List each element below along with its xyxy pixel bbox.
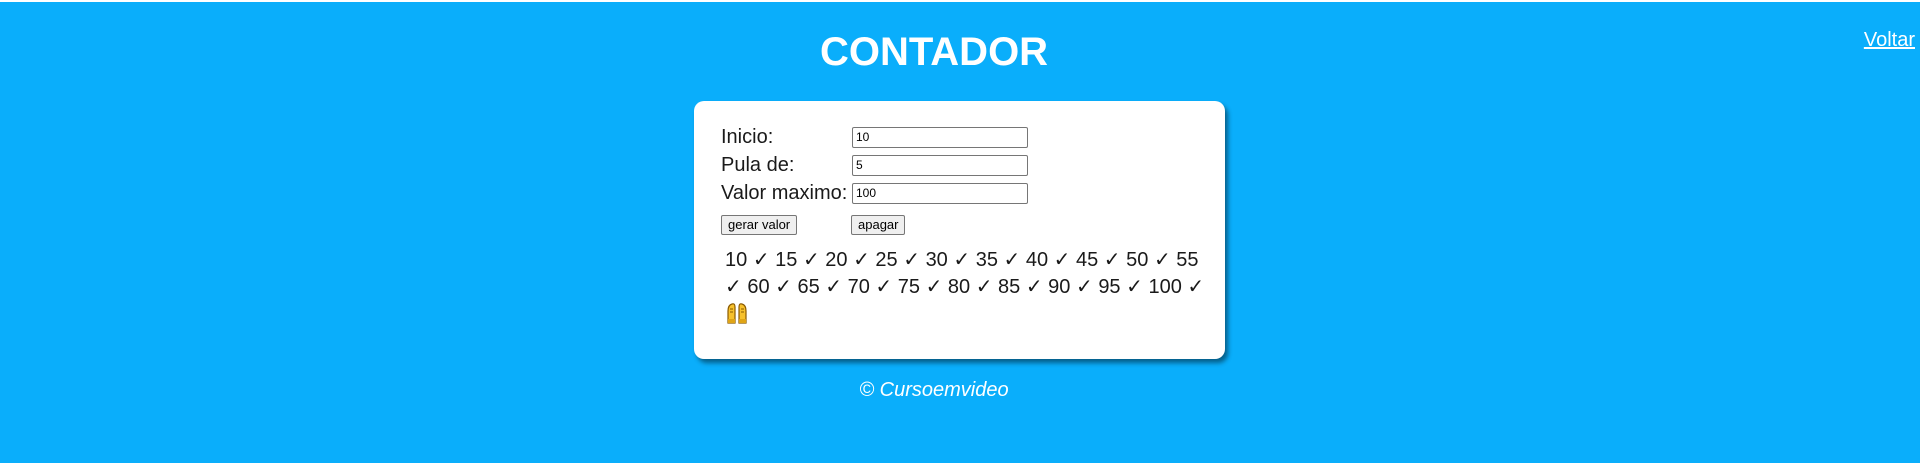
result-value: 20 [825, 249, 848, 271]
result-value: 45 [1075, 249, 1099, 271]
result-output: 10 ✓ 15 ✓ 20 ✓ 25 ✓ 30 ✓ 35 ✓ 40 ✓ 45 ✓ … [725, 247, 1205, 328]
check-separator: ✓ [1103, 249, 1121, 271]
result-value: 85 [998, 276, 1021, 298]
step-label: Pula de: [721, 154, 795, 176]
back-link[interactable]: Voltar [1864, 29, 1915, 52]
check-separator: ✓ [925, 276, 943, 298]
check-separator: ✓ [1126, 276, 1143, 298]
result-value: 40 [1025, 249, 1049, 271]
result-value: 60 [747, 276, 770, 298]
check-separator: ✓ [1053, 249, 1071, 271]
step-row: Pula de: [721, 153, 1028, 177]
max-input[interactable] [852, 182, 1028, 204]
max-label: Valor maximo: [721, 182, 848, 204]
start-label: Inicio: [721, 126, 774, 148]
check-separator: ✓ [853, 249, 870, 271]
generate-button[interactable]: gerar valor [721, 215, 798, 235]
check-separator: ✓ [1003, 249, 1021, 271]
check-separator: ✓ [775, 276, 792, 298]
check-separator: ✓ [825, 276, 843, 298]
check-separator: ✓ [1153, 249, 1171, 271]
result-value: 55 [1176, 249, 1199, 271]
check-separator: ✓ [953, 249, 971, 271]
check-separator: ✓ [725, 276, 742, 298]
max-row: Valor maximo: [721, 181, 1028, 205]
result-value: 95 [1098, 276, 1121, 298]
result-value: 65 [797, 276, 820, 298]
check-separator: ✓ [975, 276, 993, 298]
result-value: 50 [1126, 249, 1149, 271]
clear-button[interactable]: apagar [851, 215, 906, 235]
footer-copyright: © Cursoemvideo [859, 379, 1009, 401]
result-value: 90 [1048, 276, 1071, 298]
raising-hands-icon [725, 302, 749, 324]
check-separator: ✓ [752, 249, 770, 271]
check-separator: ✓ [1187, 276, 1205, 298]
result-value: 30 [925, 249, 948, 271]
page-title: CONTADOR [819, 30, 1049, 74]
check-separator: ✓ [802, 249, 820, 271]
step-input[interactable] [852, 154, 1028, 176]
start-input[interactable] [852, 126, 1028, 148]
result-value: 25 [875, 249, 898, 271]
check-separator: ✓ [903, 249, 920, 271]
result-value: 70 [847, 276, 870, 298]
result-value: 75 [897, 276, 920, 298]
start-row: Inicio: [721, 125, 1028, 149]
check-separator: ✓ [1025, 276, 1043, 298]
result-value: 100 [1148, 276, 1182, 298]
result-value: 15 [775, 249, 798, 271]
check-separator: ✓ [1075, 276, 1093, 298]
result-value: 80 [947, 276, 971, 298]
check-separator: ✓ [875, 276, 893, 298]
result-value: 10 [725, 249, 748, 271]
counter-card: Inicio: Pula de: Valor maximo: gerar val… [694, 101, 1225, 359]
result-value: 35 [975, 249, 998, 271]
